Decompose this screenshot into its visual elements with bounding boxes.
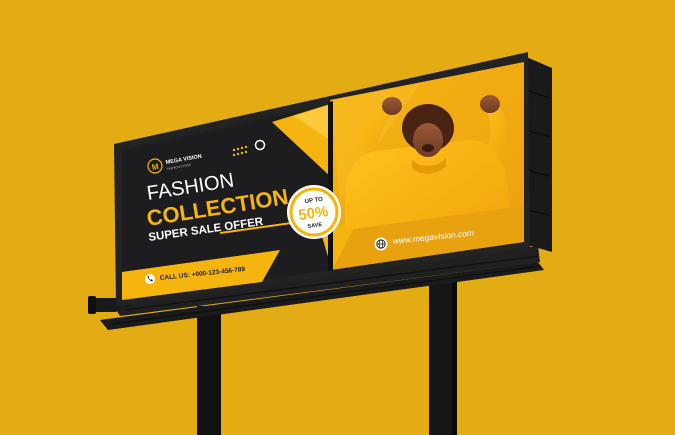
phone-icon bbox=[145, 274, 155, 284]
globe-icon bbox=[374, 237, 388, 251]
left-pole bbox=[197, 306, 221, 435]
billboard-scene: M MEGA VISION FASHION STORE FASHION COLL… bbox=[88, 52, 552, 435]
